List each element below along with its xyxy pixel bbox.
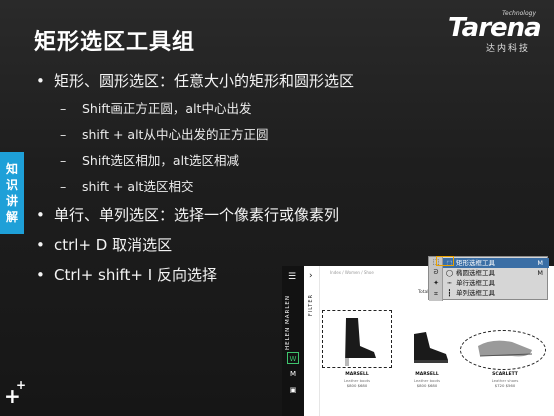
hamburger-icon[interactable]: ☰ xyxy=(288,272,296,282)
sub-bullet-item: – Shift选区相加，alt选区相减 xyxy=(60,153,239,168)
tool-highlight-box xyxy=(436,256,454,266)
single-column-marquee-icon: ┇ xyxy=(447,289,452,297)
side-tab-char: 知 xyxy=(5,162,18,176)
filter-panel[interactable]: › FILTER xyxy=(306,266,320,416)
side-tab-char: 解 xyxy=(5,210,18,224)
bullet-item: • Ctrl+ shift+ I 反向选择 xyxy=(36,266,217,284)
web-sidebar: ☰ HELEN MARLEN W M ▣ xyxy=(282,266,304,416)
side-tab-knowledge: 知 识 讲 解 xyxy=(0,152,24,234)
product-price: $800 $680 xyxy=(346,383,368,388)
slide: 矩形选区工具组 Technology Tarena 达内科技 知 识 讲 解 •… xyxy=(0,0,554,416)
tool-single-row-marquee[interactable]: ┅ 单行选框工具 xyxy=(443,278,549,288)
boot-image xyxy=(414,332,448,363)
bag-icon[interactable]: ▣ xyxy=(287,384,299,396)
product-name: MARSELL xyxy=(345,372,369,377)
nav-women-button[interactable]: W xyxy=(287,352,299,364)
magic-wand-icon[interactable]: ✦ xyxy=(431,279,441,288)
elliptical-selection xyxy=(460,330,546,370)
side-tab-char: 识 xyxy=(5,178,18,192)
logo-word: Tarena xyxy=(448,13,542,43)
rectangular-selection xyxy=(322,310,392,368)
filter-label: FILTER xyxy=(308,294,314,317)
product-price: $720 $560 xyxy=(494,383,516,388)
side-tab-char: 讲 xyxy=(5,194,18,208)
sub-bullet-item: – shift + alt从中心出发的正方正圆 xyxy=(60,127,269,142)
tool-rect-marquee[interactable]: ⬚ 矩形选框工具 M xyxy=(443,258,549,268)
brand-name: HELEN MARLEN xyxy=(285,295,291,351)
product-name: MARSELL xyxy=(415,372,439,377)
bullet-item: • 矩形、圆形选区：任意大小的矩形和圆形选区 xyxy=(36,72,355,90)
bullet-item: • ctrl+ D 取消选区 xyxy=(36,236,173,254)
product-price: $800 $680 xyxy=(416,383,438,388)
nav-men-button[interactable]: M xyxy=(287,368,299,380)
tool-ellipse-marquee[interactable]: ◯ 椭圆选框工具 M xyxy=(443,268,549,278)
product-card[interactable]: MARSELL Leather boots $800 $680 xyxy=(394,310,460,410)
sub-bullet-item: – Shift画正方正圆，alt中心出发 xyxy=(60,101,252,116)
crop-icon[interactable]: ⌗ xyxy=(431,290,441,299)
chevron-right-icon[interactable]: › xyxy=(309,271,313,281)
breadcrumb: Index / Women / Shoe xyxy=(330,270,374,275)
lasso-icon[interactable]: ᘐ xyxy=(431,268,441,277)
ellipse-marquee-icon: ◯ xyxy=(445,269,454,277)
sub-bullet-item: – shift + alt选区相交 xyxy=(60,179,194,194)
logo-subtitle: 达内科技 xyxy=(486,44,531,54)
slide-title: 矩形选区工具组 xyxy=(34,30,196,55)
tool-single-column-marquee[interactable]: ┇ 单列选框工具 xyxy=(443,288,549,298)
bullet-item: • 单行、单列选区：选择一个像素行或像素列 xyxy=(36,206,340,224)
plus-small-icon: + xyxy=(16,378,27,392)
tarena-logo: Technology Tarena 达内科技 xyxy=(448,10,548,54)
single-row-marquee-icon: ┅ xyxy=(447,279,452,287)
product-name: SCARLETT xyxy=(492,372,518,377)
